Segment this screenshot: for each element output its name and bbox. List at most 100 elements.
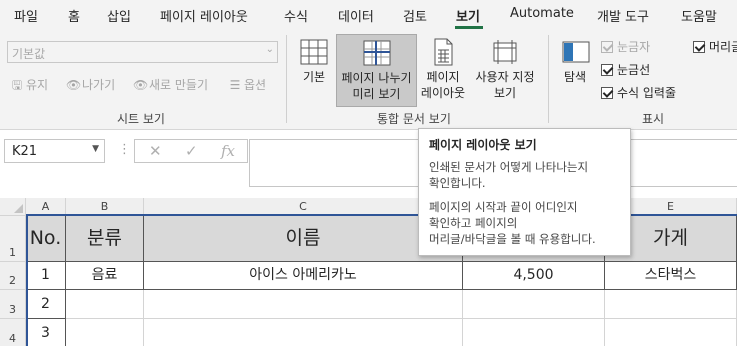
page-layout-view-button[interactable]: 페이지 레이아웃: [419, 34, 467, 107]
cell-b4[interactable]: [66, 319, 144, 346]
name-box-value: K21: [12, 144, 38, 159]
ribbon-tabs: 파일 홈 삽입 페이지 레이아웃 수식 데이터 검토 보기 Automate 개…: [0, 0, 737, 31]
tab-automate[interactable]: Automate: [510, 6, 574, 21]
select-all-button[interactable]: [0, 198, 26, 216]
row-number: 4: [9, 332, 16, 345]
more-options-icon[interactable]: ⋮: [118, 142, 131, 157]
insert-function-icon[interactable]: fx: [221, 142, 235, 160]
formula-bar-label: 수식 입력줄: [617, 86, 677, 100]
cell-b1[interactable]: 분류: [66, 216, 144, 262]
page-layout-label-2: 레이아웃: [420, 86, 466, 100]
keep-label: 유지: [26, 78, 49, 92]
tab-home[interactable]: 홈: [68, 6, 80, 25]
keep-button[interactable]: 🖫 유지: [10, 76, 48, 97]
checkbox-checked-icon: [693, 41, 705, 53]
checkbox-checked-icon: [601, 87, 613, 99]
cell-a3[interactable]: 2: [26, 290, 66, 319]
cell-e4[interactable]: [605, 319, 737, 346]
row-number: 1: [9, 246, 16, 259]
gridlines-label: 눈금선: [617, 63, 651, 77]
enter-icon[interactable]: ✓: [185, 142, 198, 160]
exit-label: 나가기: [82, 78, 116, 92]
page-layout-tooltip: 페이지 레이아웃 보기 인쇄된 문서가 어떻게 나타나는지 확인합니다. 페이지…: [418, 128, 631, 256]
chevron-down-icon: ⌄: [265, 44, 274, 55]
page-break-icon: [363, 40, 390, 66]
excel-window: 파일 홈 삽입 페이지 레이아웃 수식 데이터 검토 보기 Automate 개…: [0, 0, 737, 346]
ribbon: 기본값 ⌄ 🖫 유지 👁나가기 👁새로 만들기 ☰ 옵션 시트 보기 기본 페이…: [0, 31, 737, 130]
tab-data[interactable]: 데이터: [338, 6, 374, 25]
tab-view[interactable]: 보기: [456, 6, 480, 25]
exit-button[interactable]: 👁나가기: [66, 76, 115, 93]
tab-review[interactable]: 검토: [403, 6, 427, 25]
row-header-4[interactable]: 4: [0, 319, 26, 346]
row-header-1[interactable]: 1: [0, 216, 26, 262]
cell-e3[interactable]: [605, 290, 737, 319]
tab-developer[interactable]: 개발 도구: [597, 6, 649, 25]
new-sheet-view-button[interactable]: 👁새로 만들기: [133, 76, 208, 93]
row-header-2[interactable]: 2: [0, 262, 26, 290]
tab-insert[interactable]: 삽입: [107, 6, 131, 25]
cell-b2[interactable]: 음료: [66, 262, 144, 290]
print-area-border: [26, 214, 28, 346]
page-break-preview-button[interactable]: 페이지 나누기 미리 보기: [336, 34, 417, 107]
sheet-view-combo[interactable]: 기본값 ⌄: [7, 41, 278, 63]
formula-bar-checkbox[interactable]: 수식 입력줄: [601, 84, 676, 101]
checkbox-checked-icon: [601, 64, 613, 76]
headings-checkbox[interactable]: 머리글: [693, 38, 737, 55]
formula-buttons: ✕ ✓ fx: [134, 139, 248, 163]
page-break-label-2: 미리 보기: [352, 87, 401, 101]
tooltip-title: 페이지 레이아웃 보기: [429, 138, 537, 152]
cell-a2[interactable]: 1: [26, 262, 66, 290]
tab-help[interactable]: 도움말: [681, 6, 717, 25]
tab-file[interactable]: 파일: [14, 6, 38, 25]
cell-d4[interactable]: [463, 319, 605, 346]
custom-view-label-1: 사용자 지정: [475, 70, 535, 84]
custom-view-icon: [493, 40, 517, 64]
cell-d2[interactable]: 4,500: [463, 262, 605, 290]
chevron-down-icon: ▼: [92, 144, 99, 154]
normal-view-button[interactable]: 기본: [293, 34, 335, 107]
cell-c2[interactable]: 아이스 아메리카노: [144, 262, 463, 290]
ruler-checkbox[interactable]: 눈금자: [601, 38, 650, 55]
page-layout-label-1: 페이지: [426, 70, 460, 84]
tab-page-layout[interactable]: 페이지 레이아웃: [160, 6, 248, 25]
row-header-3[interactable]: 3: [0, 290, 26, 319]
tooltip-description: 인쇄된 문서가 어떻게 나타나는지 확인합니다.: [429, 160, 589, 190]
cell-a4[interactable]: 3: [26, 319, 66, 346]
eye-off-icon: 👁: [66, 78, 82, 92]
normal-view-label: 기본: [302, 70, 326, 84]
list-icon: ☰: [229, 78, 241, 92]
checkbox-checked-icon: [601, 41, 613, 53]
cell-a1[interactable]: No.: [26, 216, 66, 262]
navigation-label: 탐색: [563, 70, 587, 84]
options-label: 옵션: [244, 78, 267, 92]
cell-c3[interactable]: [144, 290, 463, 319]
name-box[interactable]: K21 ▼: [4, 139, 105, 163]
row-number: 2: [9, 274, 16, 287]
row-number: 3: [9, 303, 16, 316]
page-break-label-1: 페이지 나누기: [341, 71, 412, 85]
custom-view-label-2: 보기: [493, 86, 517, 100]
grid-icon: [300, 39, 328, 65]
cell-c1[interactable]: 이름: [144, 216, 463, 262]
group-separator: [286, 35, 287, 123]
tab-formulas[interactable]: 수식: [284, 6, 308, 25]
gridlines-checkbox[interactable]: 눈금선: [601, 61, 650, 78]
ruler-label: 눈금자: [617, 40, 651, 54]
page-layout-icon: [434, 38, 453, 66]
group-label-sheet-view: 시트 보기: [117, 112, 165, 126]
cell-c4[interactable]: [144, 319, 463, 346]
group-separator: [548, 35, 549, 123]
tooltip-description-2: 페이지의 시작과 끝이 어디인지 확인하고 페이지의 머리글/바닥글을 볼 때 …: [429, 200, 596, 246]
cell-e2[interactable]: 스타벅스: [605, 262, 737, 290]
cancel-icon[interactable]: ✕: [149, 142, 162, 160]
save-icon: 🖫: [11, 78, 23, 92]
options-button[interactable]: ☰ 옵션: [228, 76, 266, 93]
cell-d3[interactable]: [463, 290, 605, 319]
custom-views-button[interactable]: 사용자 지정 보기: [469, 34, 541, 107]
navigation-pane-icon: [562, 41, 590, 63]
cell-b3[interactable]: [66, 290, 144, 319]
group-label-show: 표시: [642, 112, 665, 126]
navigation-button[interactable]: 탐색: [557, 34, 593, 107]
active-tab-indicator: [455, 26, 483, 29]
